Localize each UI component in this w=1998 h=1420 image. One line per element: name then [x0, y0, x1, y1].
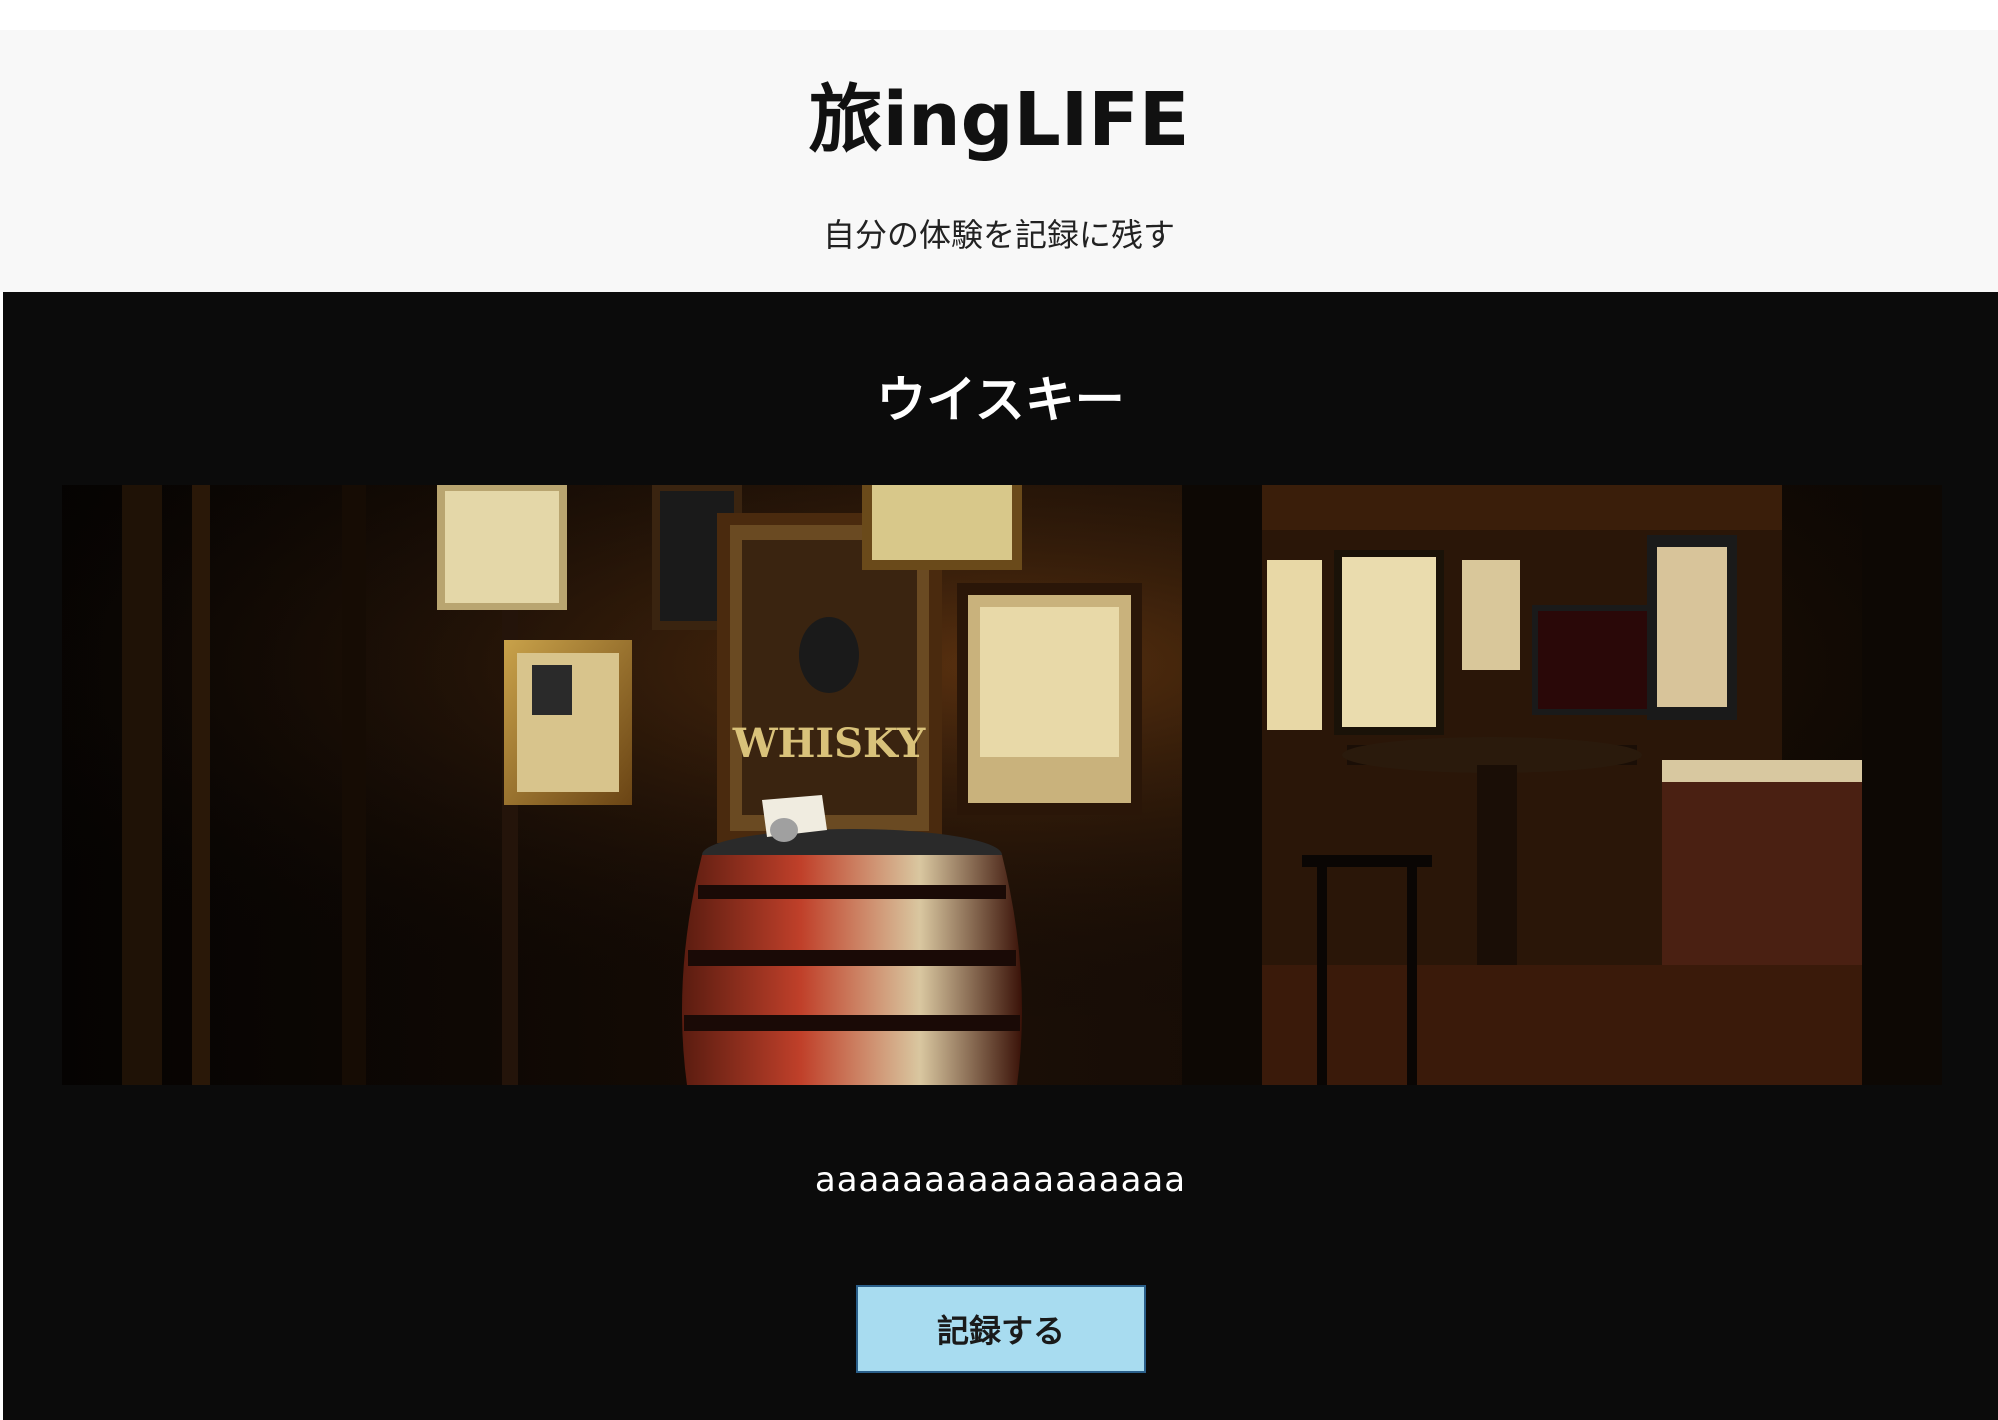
top-strip	[0, 0, 1998, 30]
post-card: ウイスキー WHISKY aaaaaaaaaaaaaaaaa 記録する	[3, 292, 1998, 1420]
record-button[interactable]: 記録する	[856, 1285, 1146, 1373]
post-image: WHISKY	[62, 485, 1942, 1085]
whisky-sign-text: WHISKY	[732, 720, 926, 767]
site-header: 旅ingLIFE 自分の体験を記録に残す	[0, 30, 1998, 292]
post-description: aaaaaaaaaaaaaaaaa	[814, 1160, 1187, 1200]
site-tagline: 自分の体験を記録に残す	[822, 216, 1175, 254]
site-title[interactable]: 旅ingLIFE	[0, 60, 1998, 167]
post-title: ウイスキー	[876, 371, 1125, 429]
